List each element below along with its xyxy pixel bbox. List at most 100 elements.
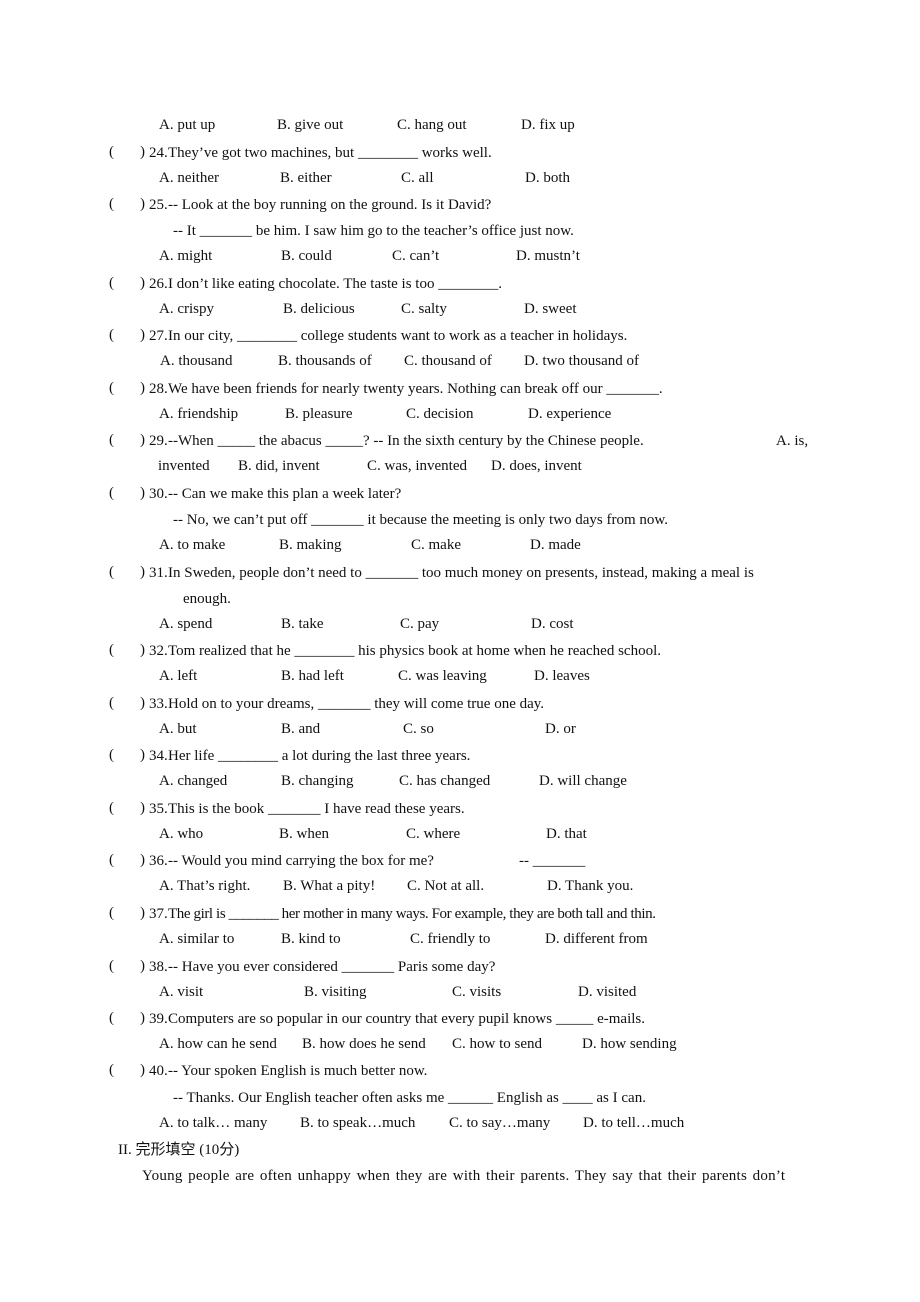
- answer-paren-open: (: [109, 958, 114, 974]
- option-c: C. friendly to: [410, 931, 491, 947]
- question-stem: We have been friends for nearly twenty y…: [168, 381, 663, 397]
- answer-paren-close: ): [140, 432, 145, 448]
- option-d: D. does, invent: [491, 458, 582, 474]
- option-a: A. changed: [159, 773, 228, 789]
- answer-paren-close: ): [140, 642, 145, 658]
- option-b: B. did, invent: [238, 458, 320, 474]
- option-c: C. to say…many: [449, 1115, 551, 1131]
- option-d: D. that: [546, 826, 587, 842]
- answer-paren-close: ): [140, 800, 145, 816]
- section-heading: II. 完形填空 (10分): [118, 1142, 240, 1158]
- question-stem: --When _____ the abacus _____? -- In the…: [168, 433, 644, 449]
- option-c: C. hang out: [397, 117, 467, 133]
- option-a: A. how can he send: [159, 1036, 277, 1052]
- option-c: C. can’t: [392, 248, 440, 264]
- question-stem-continued: -- Thanks. Our English teacher often ask…: [173, 1090, 646, 1106]
- option-d: D. fix up: [521, 117, 575, 133]
- option-d: D. different from: [545, 931, 648, 947]
- answer-paren-close: ): [140, 695, 145, 711]
- option-d: D. mustn’t: [516, 248, 580, 264]
- question-number: 40.: [149, 1063, 168, 1079]
- question-stem: -- Have you ever considered _______ Pari…: [168, 959, 496, 975]
- answer-paren-open: (: [109, 905, 114, 921]
- question-number: 28.: [149, 381, 168, 397]
- question-stem: Her life ________ a lot during the last …: [168, 748, 471, 764]
- question-stem: -- Look at the boy running on the ground…: [168, 197, 492, 213]
- question-stem: They’ve got two machines, but ________ w…: [168, 145, 492, 161]
- option-a: A. but: [159, 721, 197, 737]
- answer-paren-close: ): [140, 144, 145, 160]
- question-number: 39.: [149, 1011, 168, 1027]
- answer-paren-open: (: [109, 564, 114, 580]
- option-a: A. might: [159, 248, 213, 264]
- option-d: D. sweet: [524, 301, 577, 317]
- answer-paren-open: (: [109, 747, 114, 763]
- question-number: 27.: [149, 328, 168, 344]
- option-c: C. so: [403, 721, 434, 737]
- answer-paren-open: (: [109, 695, 114, 711]
- question-number: 24.: [149, 145, 168, 161]
- question-number: 32.: [149, 643, 168, 659]
- option-d: D. made: [530, 537, 581, 553]
- question-stem: Hold on to your dreams, _______ they wil…: [168, 696, 545, 712]
- option-b: B. changing: [281, 773, 354, 789]
- option-c: C. salty: [401, 301, 447, 317]
- option-a: A. who: [159, 826, 204, 842]
- option-b: B. and: [281, 721, 321, 737]
- option-b: B. making: [279, 537, 342, 553]
- answer-paren-open: (: [109, 1062, 114, 1078]
- answer-paren-open: (: [109, 800, 114, 816]
- question-number: 30.: [149, 486, 168, 502]
- question-stem-continued: -- It _______ be him. I saw him go to th…: [173, 223, 574, 239]
- option-d: D. or: [545, 721, 576, 737]
- option-b: B. to speak…much: [300, 1115, 416, 1131]
- question-stem-tail: A. is,: [776, 433, 809, 449]
- option-d: D. cost: [531, 616, 574, 632]
- answer-paren-open: (: [109, 144, 114, 160]
- option-d: D. will change: [539, 773, 627, 789]
- option-d: D. two thousand of: [524, 353, 639, 369]
- answer-paren-open: (: [109, 642, 114, 658]
- option-c: C. where: [406, 826, 461, 842]
- answer-paren-open: (: [109, 1010, 114, 1026]
- option-b: B. kind to: [281, 931, 341, 947]
- answer-paren-close: ): [140, 1062, 145, 1078]
- option-c: C. was, invented: [367, 458, 467, 474]
- option-b: B. take: [281, 616, 324, 632]
- passage-first-line: Young people are often unhappy when they…: [142, 1168, 786, 1184]
- option-c: C. make: [411, 537, 461, 553]
- answer-paren-open: (: [109, 432, 114, 448]
- option-b: B. pleasure: [285, 406, 353, 422]
- question-number: 35.: [149, 801, 168, 817]
- option-b: B. had left: [281, 668, 344, 684]
- option-c: C. was leaving: [398, 668, 487, 684]
- option-a: A. to talk… many: [159, 1115, 268, 1131]
- option-b: B. delicious: [283, 301, 355, 317]
- option-d: D. visited: [578, 984, 637, 1000]
- question-number: 31.: [149, 565, 168, 581]
- option-b: B. when: [279, 826, 329, 842]
- option-d: D. how sending: [582, 1036, 677, 1052]
- option-d: D. leaves: [534, 668, 590, 684]
- option-b: B. thousands of: [278, 353, 372, 369]
- option-d: D. both: [525, 170, 570, 186]
- option-a: A. put up: [159, 117, 216, 133]
- answer-paren-close: ): [140, 905, 145, 921]
- answer-paren-close: ): [140, 1010, 145, 1026]
- option-b: B. could: [281, 248, 332, 264]
- question-stem: -- Would you mind carrying the box for m…: [168, 853, 434, 869]
- answer-paren-close: ): [140, 327, 145, 343]
- question-stem: This is the book _______ I have read the…: [168, 801, 465, 817]
- option-d: D. Thank you.: [547, 878, 634, 894]
- option-a: A. crispy: [159, 301, 214, 317]
- option-d: D. experience: [528, 406, 612, 422]
- option-c: C. thousand of: [404, 353, 492, 369]
- answer-paren-close: ): [140, 747, 145, 763]
- answer-paren-close: ): [140, 485, 145, 501]
- question-stem-continued: -- No, we can’t put off _______ it becau…: [173, 512, 669, 528]
- answer-paren-close: ): [140, 196, 145, 212]
- option-a: A. That’s right.: [159, 878, 251, 894]
- question-stem: The girl is _______ her mother in many w…: [168, 906, 656, 922]
- option-a: A. spend: [159, 616, 213, 632]
- answer-paren-open: (: [109, 485, 114, 501]
